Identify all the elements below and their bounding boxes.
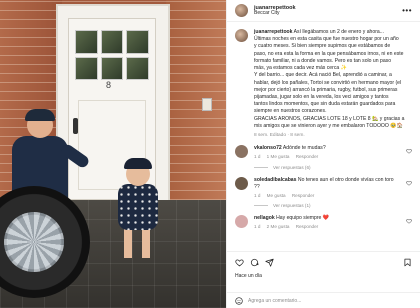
caption-line: formato familiar, ni a donde vamos. Pero… <box>254 57 392 64</box>
comment-icon[interactable] <box>250 258 259 267</box>
comment-username[interactable]: nellagok <box>254 215 275 221</box>
comment-meta: 1 d 2 Me gusta Responder <box>254 224 399 230</box>
younger-child-cap <box>124 158 152 169</box>
view-replies[interactable]: Ver respuestas (6) <box>254 165 412 170</box>
comment-body: nellagok Hay equipo siempre ❤️ 1 d 2 Me … <box>254 215 399 231</box>
add-comment-input[interactable]: Agrega un comentario... <box>248 298 301 304</box>
comment-text: Hay equipo siempre ❤️ <box>276 215 330 222</box>
comment-body: soledadibalcabas No tenes aun el otro do… <box>254 177 399 200</box>
caption-text: juanarrepettook Así llegábamos un 2 de e… <box>254 29 404 130</box>
caption-line: pijamadas, jugar solo en la vereda, los … <box>254 93 389 100</box>
caption-line: mis amigos que se vinieron ayer y me emb… <box>254 122 403 129</box>
caption-line: siempre en nuestros corazones. <box>254 108 327 115</box>
author-avatar[interactable] <box>235 4 248 17</box>
heart-icon[interactable] <box>235 258 244 267</box>
comment-time[interactable]: 1 d <box>254 224 260 229</box>
caption-line: Así llegábamos un 2 de enero y ahora... <box>293 29 384 35</box>
reply-button[interactable]: Responder <box>292 193 314 198</box>
older-child-cap <box>25 109 55 121</box>
commenter-avatar[interactable] <box>235 145 248 159</box>
younger-child-leg <box>142 228 150 258</box>
caption-line: y cuatro meses. Si bien siempre supimos … <box>254 43 391 50</box>
caption-line: paso, no era esta la forma en la que pen… <box>254 50 404 57</box>
comment-meta: 1 d 1 Me gusta Responder <box>254 154 399 160</box>
comment-username[interactable]: vkalonso72 <box>254 145 282 151</box>
view-replies-label[interactable]: Ver respuestas (6) <box>273 165 311 170</box>
add-comment-bar: Agrega un comentario... <box>227 292 420 308</box>
comment-time[interactable]: 1 d <box>254 193 260 198</box>
caption-meta: 8 sem. Editado · 8 sem. <box>254 133 305 139</box>
comments-scroll-area[interactable]: juanarrepettook Así llegábamos un 2 de e… <box>227 22 420 251</box>
caption: juanarrepettook Así llegábamos un 2 de e… <box>235 29 412 130</box>
caption-line: hablar, dejó los pañales, Tortoi se conv… <box>254 79 402 86</box>
comment-body: vkalonso72 Adónde te mudas? 1 d 1 Me gus… <box>254 145 399 161</box>
caption-username[interactable]: juanarrepettook <box>254 29 293 35</box>
caption-line: Y del barrio... que decir. Acá nació Bel… <box>254 72 392 79</box>
comment-likes[interactable]: 1 Me gusta <box>267 154 290 159</box>
replies-divider <box>254 205 268 207</box>
author-avatar[interactable] <box>235 29 248 42</box>
comment-likes[interactable]: 2 Me gusta <box>267 224 290 229</box>
heart-icon[interactable] <box>406 148 412 154</box>
share-icon[interactable] <box>265 258 274 267</box>
caption-line: Últimas noches en esta casita que fue nu… <box>254 36 399 43</box>
emoji-icon[interactable] <box>235 296 243 305</box>
view-replies-label[interactable]: Ver respuestas (1) <box>273 203 311 208</box>
caption-line: mejor por cierto) arrancó la primaria, r… <box>254 86 398 93</box>
comment: vkalonso72 Adónde te mudas? 1 d 1 Me gus… <box>235 145 412 161</box>
more-horizontal-icon[interactable]: ••• <box>402 6 412 15</box>
comment-username[interactable]: soledadibalcabas <box>254 177 296 183</box>
caption-line: más, ya estamos cada vez más cerca ✨ <box>254 65 347 72</box>
reply-button[interactable]: Responder <box>296 154 318 159</box>
younger-child-body <box>118 184 158 230</box>
caption-line: GRACIAS ARONOS, GRACIAS LOTE 18 y LOTE 8… <box>254 115 405 122</box>
view-replies[interactable]: Ver respuestas (1) <box>254 203 412 208</box>
comment-text: Adónde te mudas? <box>282 145 326 152</box>
post-header: juanarrepettook Beccar City ••• <box>227 0 420 22</box>
commenter-avatar[interactable] <box>235 176 248 190</box>
caption-line: tantos lindos momentos, que sin duda est… <box>254 101 396 108</box>
action-bar <box>227 251 420 273</box>
door-handle <box>73 118 78 134</box>
post-date <box>227 283 420 292</box>
comment-time[interactable]: 1 d <box>254 154 260 159</box>
light-switch <box>202 98 212 111</box>
post-photo[interactable]: 8 <box>0 0 226 308</box>
bookmark-icon[interactable] <box>403 258 412 267</box>
younger-child-leg <box>124 228 132 258</box>
reply-button[interactable]: Responder <box>296 224 318 229</box>
comment: soledadibalcabas No tenes aun el otro do… <box>235 176 412 200</box>
instagram-post: 8 juanarrepettook Beccar City ••• juanar… <box>0 0 420 308</box>
post-side-panel: juanarrepettook Beccar City ••• juanarre… <box>226 0 420 308</box>
author-info: juanarrepettook Beccar City <box>254 5 296 17</box>
heart-icon[interactable] <box>406 218 412 224</box>
comment-likes[interactable]: Me gusta <box>267 193 286 198</box>
post-location[interactable]: Beccar City <box>254 10 296 17</box>
comment: nellagok Hay equipo siempre ❤️ 1 d 2 Me … <box>235 215 412 231</box>
comment-meta: 1 d Me gusta Responder <box>254 193 399 199</box>
replies-divider <box>254 166 268 168</box>
tire-rim <box>4 212 64 272</box>
post-timestamp: Hace un día <box>235 273 262 279</box>
door-window <box>75 30 149 80</box>
commenter-avatar[interactable] <box>235 215 248 229</box>
heart-icon[interactable] <box>406 180 412 186</box>
door-number: 8 <box>106 80 112 90</box>
